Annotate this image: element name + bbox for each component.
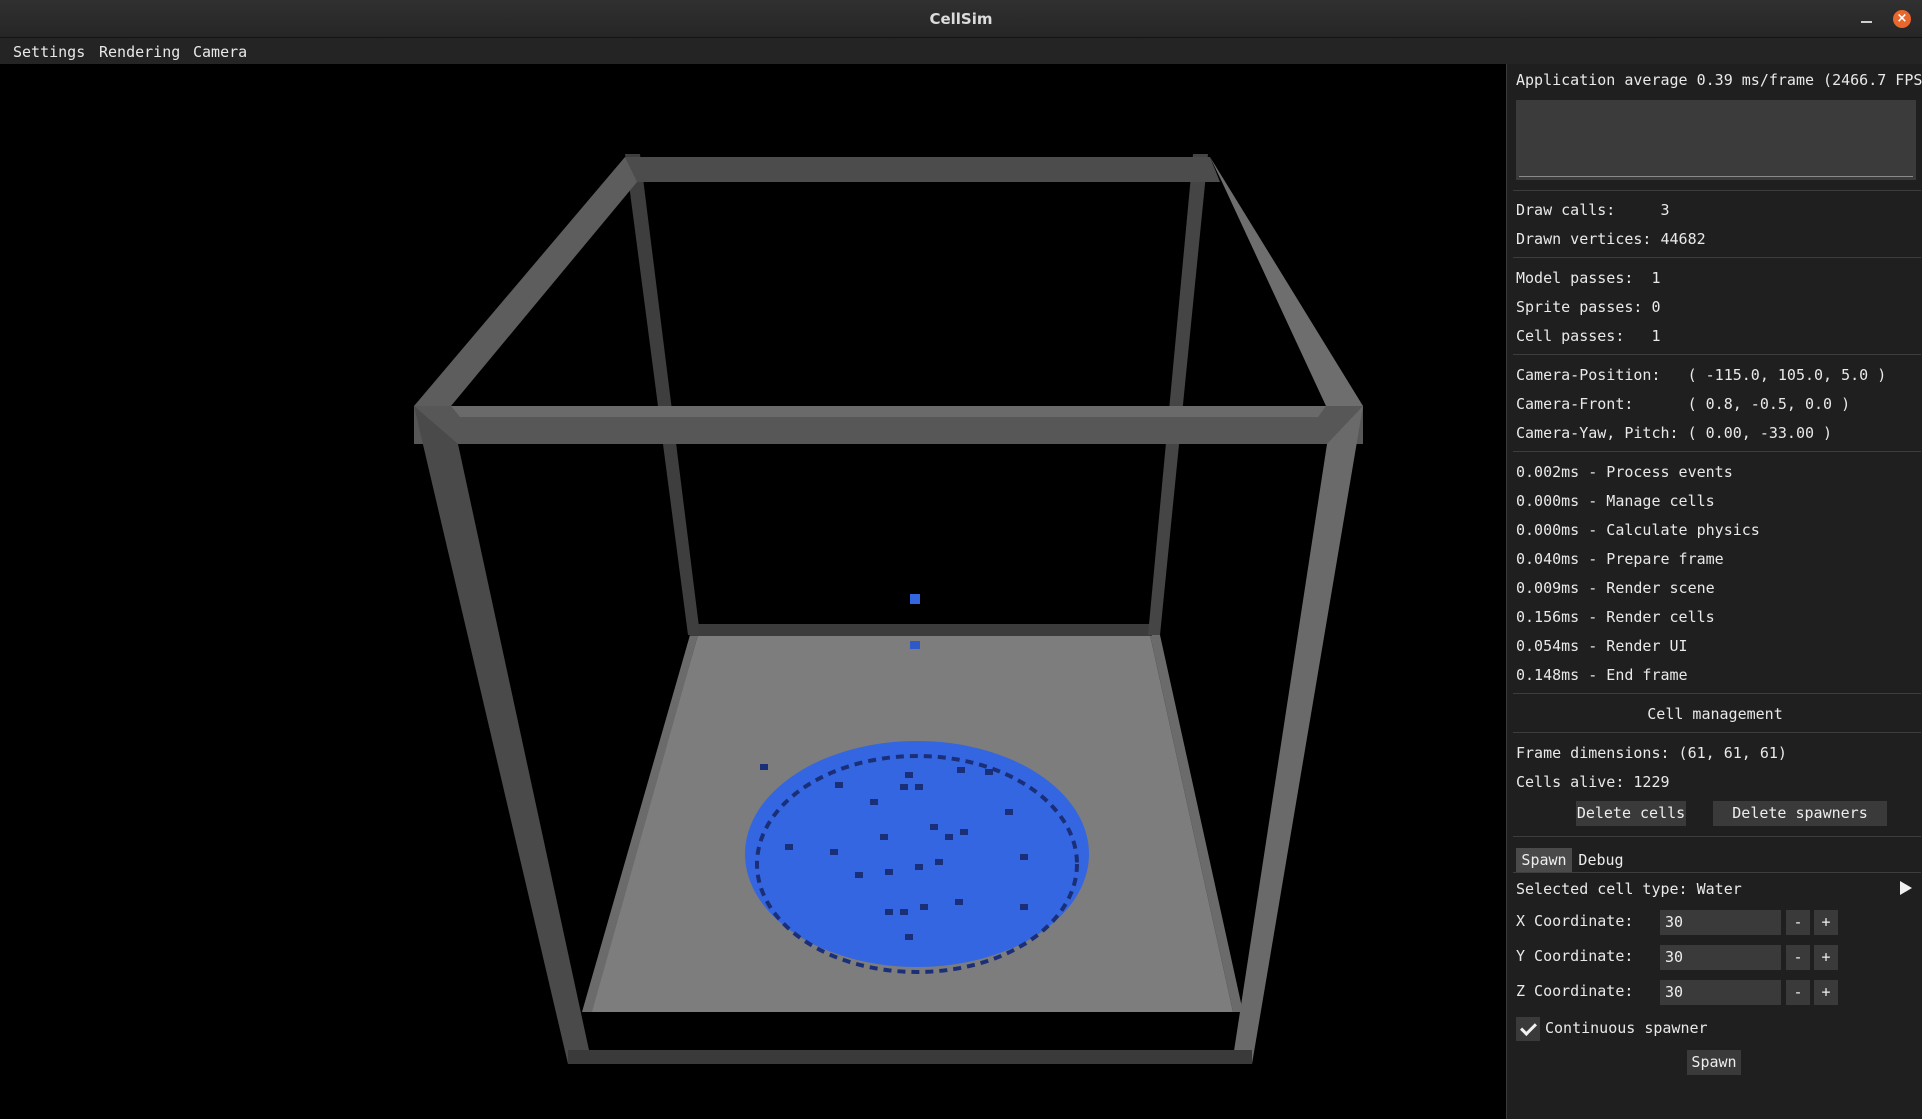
frame-bar-back-left bbox=[625, 154, 700, 635]
menu-settings[interactable]: Settings bbox=[13, 43, 85, 61]
spawn-button[interactable]: Spawn bbox=[1687, 1050, 1741, 1075]
close-icon[interactable]: × bbox=[1893, 10, 1911, 28]
water-droplet bbox=[910, 641, 920, 649]
tab-spawn[interactable]: Spawn bbox=[1516, 848, 1572, 872]
separator bbox=[1513, 257, 1921, 258]
z-decrement-button[interactable]: - bbox=[1786, 980, 1810, 1005]
title-bar: CellSim × bbox=[0, 0, 1922, 38]
frame-bar-back-bottom bbox=[690, 624, 1152, 636]
expand-arrow-icon[interactable] bbox=[1900, 881, 1912, 895]
tab-debug[interactable]: Debug bbox=[1574, 848, 1628, 872]
x-decrement-button[interactable]: - bbox=[1786, 910, 1810, 935]
3d-viewport[interactable] bbox=[0, 64, 1506, 1119]
cells-alive-text: Cells alive: 1229 bbox=[1516, 773, 1670, 791]
frame-time-plot bbox=[1516, 100, 1916, 180]
menu-bar: Settings Rendering Camera bbox=[0, 38, 1922, 64]
delete-spawners-button[interactable]: Delete spawners bbox=[1713, 801, 1887, 826]
delete-cells-button[interactable]: Delete cells bbox=[1576, 801, 1686, 826]
app-average-text: Application average 0.39 ms/frame (2466.… bbox=[1516, 71, 1922, 89]
timing-row: 0.002ms - Process events bbox=[1516, 463, 1733, 481]
cell-passes-text: Cell passes: 1 bbox=[1516, 327, 1661, 345]
z-coordinate-input[interactable] bbox=[1660, 980, 1781, 1005]
window-title: CellSim bbox=[929, 10, 993, 28]
menu-camera[interactable]: Camera bbox=[193, 43, 247, 61]
y-coordinate-input[interactable] bbox=[1660, 945, 1781, 970]
x-coordinate-input[interactable] bbox=[1660, 910, 1781, 935]
separator bbox=[1513, 190, 1921, 191]
x-increment-button[interactable]: + bbox=[1814, 910, 1838, 935]
separator bbox=[1513, 836, 1921, 837]
frame-bar-front-bottom bbox=[568, 1050, 1252, 1064]
water-droplet bbox=[910, 594, 920, 604]
separator bbox=[1513, 693, 1921, 694]
sprite-passes-text: Sprite passes: 0 bbox=[1516, 298, 1661, 316]
minimize-icon[interactable] bbox=[1858, 10, 1876, 28]
camera-position-text: Camera-Position: ( -115.0, 105.0, 5.0 ) bbox=[1516, 366, 1887, 384]
timing-row: 0.054ms - Render UI bbox=[1516, 637, 1688, 655]
frame-bar-front-left bbox=[414, 406, 592, 1064]
timing-row: 0.000ms - Manage cells bbox=[1516, 492, 1715, 510]
frame-bar-top-front-face bbox=[451, 406, 1326, 417]
cell-management-header: Cell management bbox=[1647, 705, 1783, 723]
camera-yaw-pitch-text: Camera-Yaw, Pitch: ( 0.00, -33.00 ) bbox=[1516, 424, 1833, 442]
menu-rendering[interactable]: Rendering bbox=[99, 43, 180, 61]
frame-bar-back-right bbox=[1148, 154, 1208, 635]
drawn-vertices-text: Drawn vertices: 44682 bbox=[1516, 230, 1706, 248]
y-decrement-button[interactable]: - bbox=[1786, 945, 1810, 970]
z-coordinate-label: Z Coordinate: bbox=[1516, 982, 1634, 1000]
separator bbox=[1513, 732, 1921, 733]
frame-dimensions-text: Frame dimensions: (61, 61, 61) bbox=[1516, 744, 1787, 762]
frame-bar-front-right bbox=[1232, 406, 1363, 1064]
separator bbox=[1513, 354, 1921, 355]
camera-front-text: Camera-Front: ( 0.8, -0.5, 0.0 ) bbox=[1516, 395, 1851, 413]
plot-baseline bbox=[1519, 176, 1913, 177]
timing-row: 0.148ms - End frame bbox=[1516, 666, 1688, 684]
continuous-spawner-label: Continuous spawner bbox=[1545, 1019, 1708, 1037]
timing-row: 0.000ms - Calculate physics bbox=[1516, 521, 1760, 539]
frame-bar-top-back bbox=[625, 157, 1220, 182]
y-increment-button[interactable]: + bbox=[1814, 945, 1838, 970]
timing-row: 0.040ms - Prepare frame bbox=[1516, 550, 1724, 568]
draw-calls-text: Draw calls: 3 bbox=[1516, 201, 1670, 219]
frame-bar-top-right bbox=[1210, 157, 1363, 406]
y-coordinate-label: Y Coordinate: bbox=[1516, 947, 1634, 965]
timing-row: 0.009ms - Render scene bbox=[1516, 579, 1715, 597]
selected-cell-type-text: Selected cell type: Water bbox=[1516, 880, 1742, 898]
separator bbox=[1513, 451, 1921, 452]
frame-bar-top-left bbox=[414, 157, 637, 406]
z-increment-button[interactable]: + bbox=[1814, 980, 1838, 1005]
x-coordinate-label: X Coordinate: bbox=[1516, 912, 1634, 930]
model-passes-text: Model passes: 1 bbox=[1516, 269, 1661, 287]
debug-panel: Application average 0.39 ms/frame (2466.… bbox=[1506, 64, 1922, 1119]
scene bbox=[414, 154, 1363, 1064]
separator bbox=[1513, 872, 1921, 873]
timing-row: 0.156ms - Render cells bbox=[1516, 608, 1715, 626]
continuous-spawner-checkbox[interactable] bbox=[1516, 1017, 1540, 1041]
